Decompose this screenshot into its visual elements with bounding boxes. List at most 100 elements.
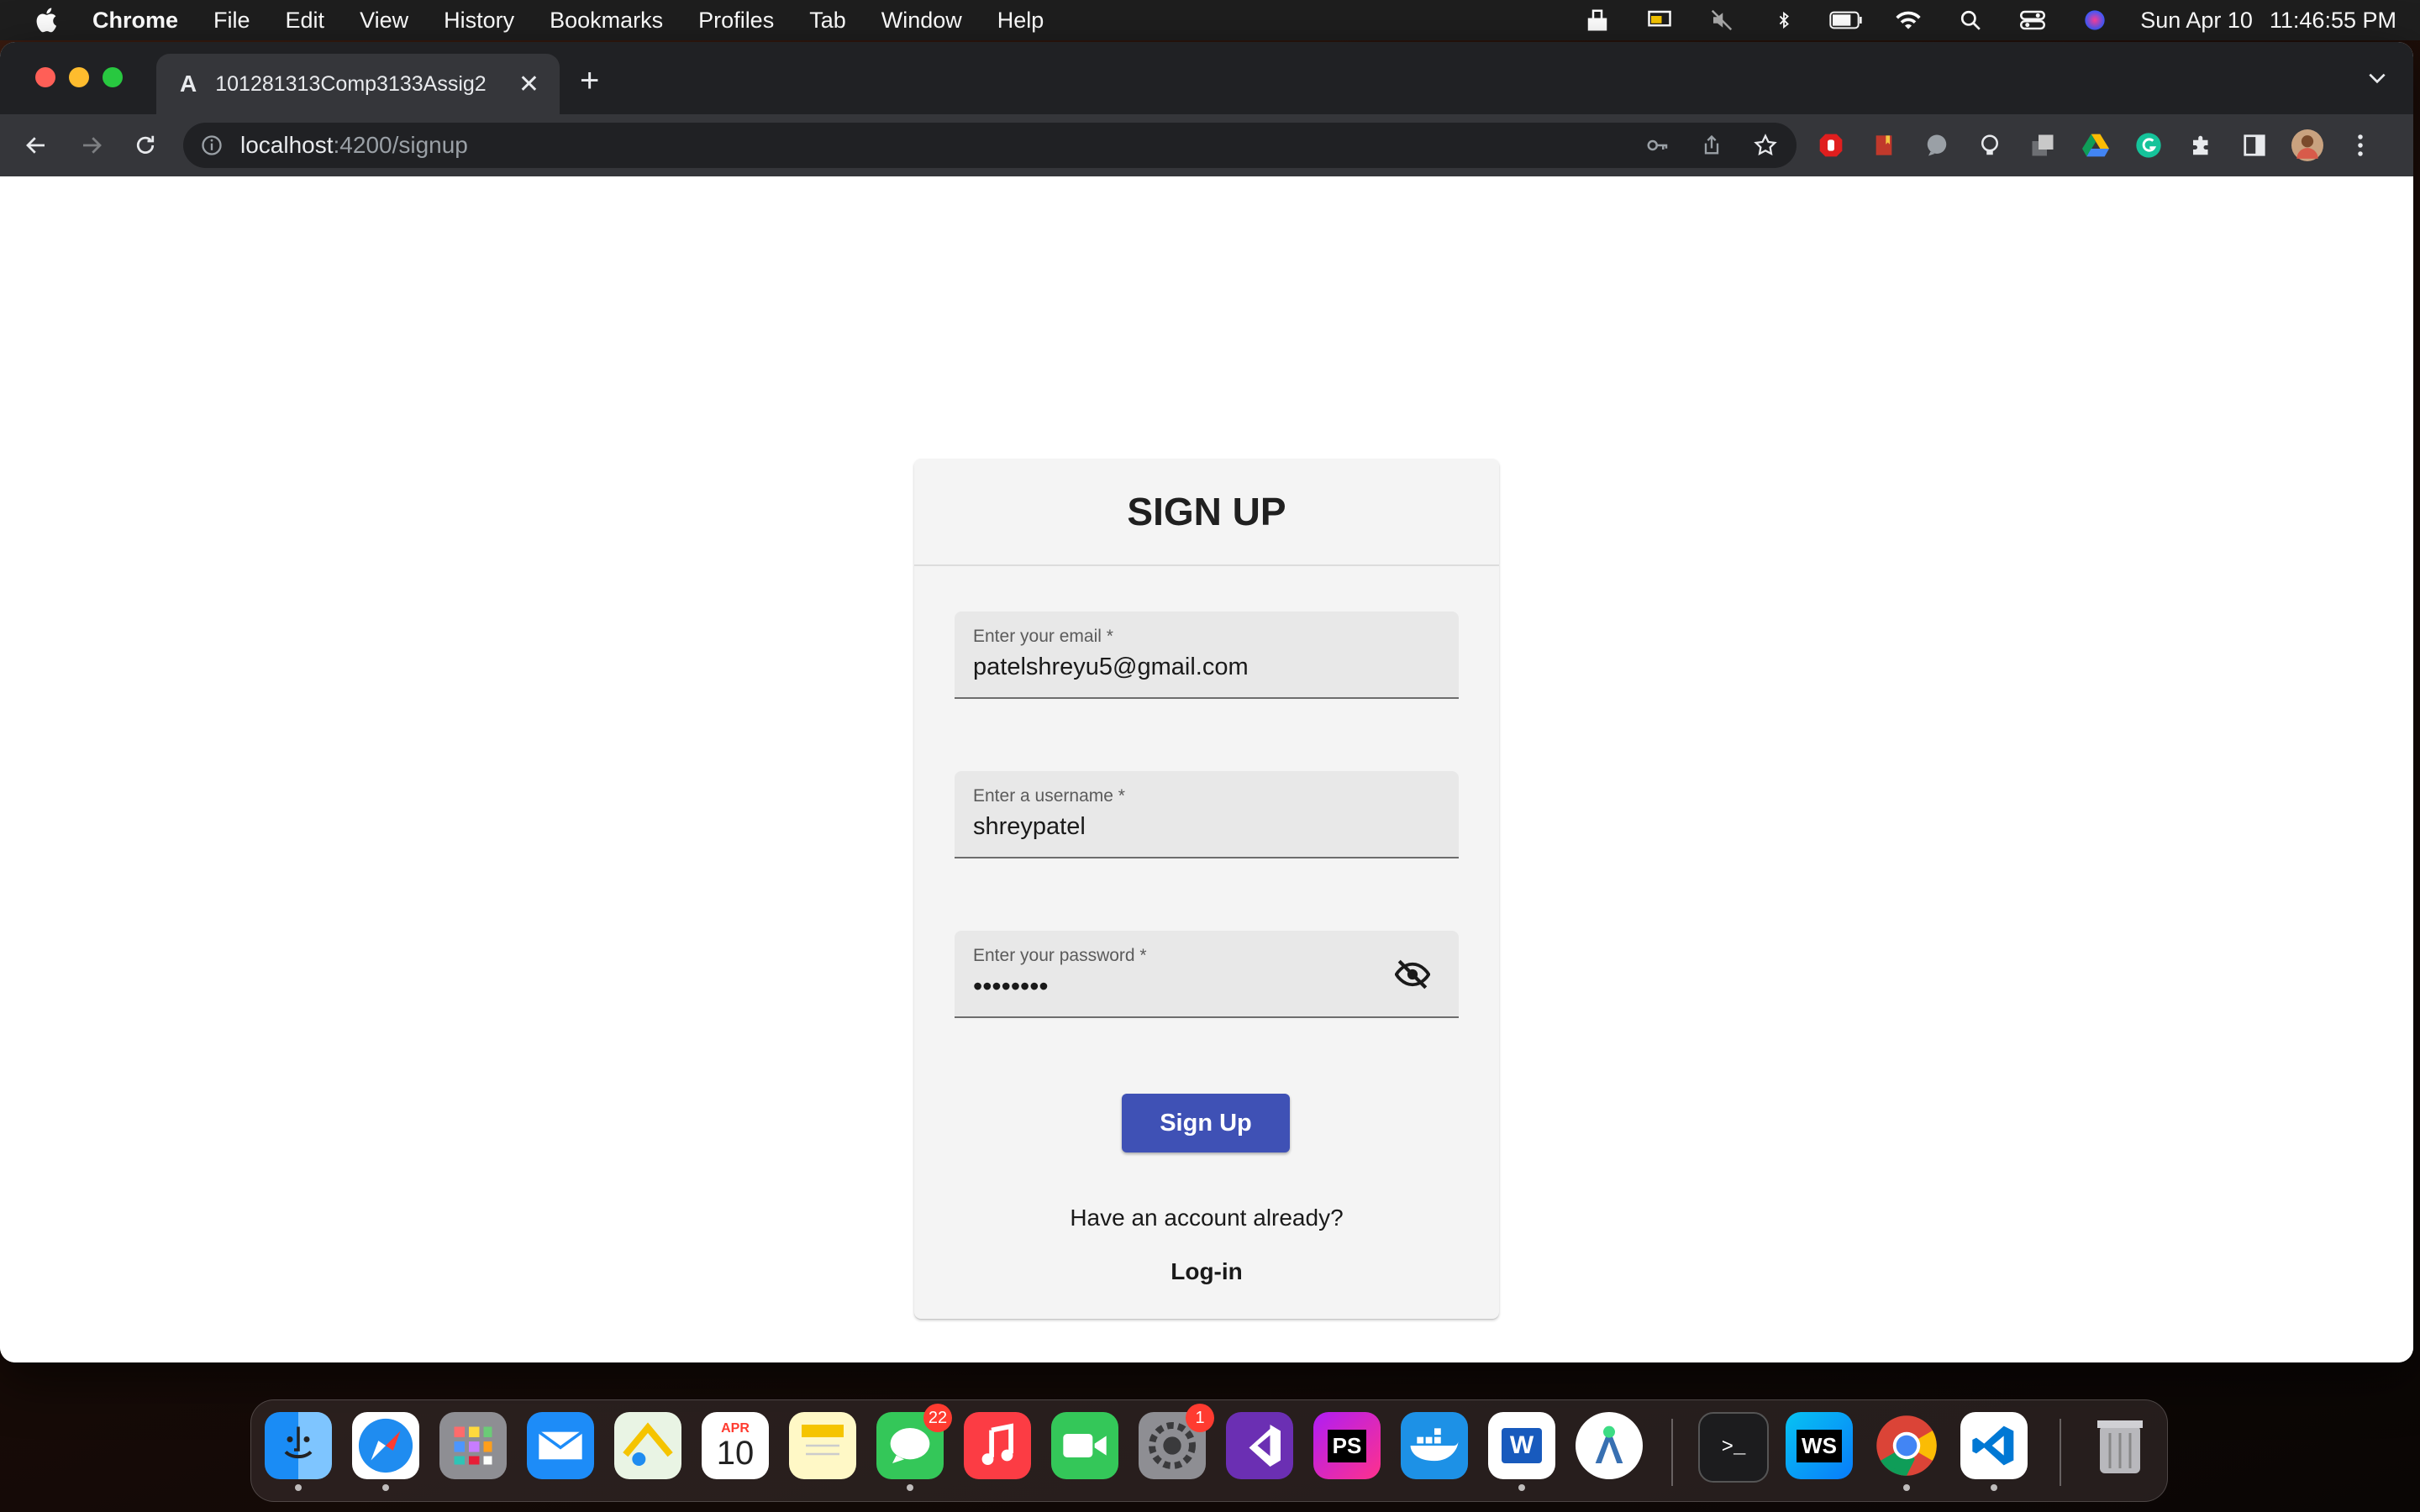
docker-icon[interactable] [1401,1412,1468,1479]
reload-icon[interactable] [129,129,161,161]
window-zoom-button[interactable] [103,67,123,87]
display-icon[interactable] [1643,7,1676,34]
window-minimize-button[interactable] [69,67,89,87]
menu-help[interactable]: Help [997,8,1044,34]
phpstorm-icon[interactable]: PS [1313,1412,1381,1479]
phpstorm-label: PS [1327,1429,1367,1462]
running-indicator [1903,1484,1910,1491]
password-input[interactable]: •••••••• [973,971,1049,1002]
address-bar[interactable]: localhost:4200/signup [183,123,1797,168]
mail-icon[interactable] [527,1412,594,1479]
webstorm-icon[interactable]: WS [1786,1412,1853,1479]
site-info-icon[interactable] [200,134,224,157]
finder-icon[interactable] [265,1412,332,1491]
password-key-icon[interactable] [1644,131,1672,160]
menu-file[interactable]: File [213,8,250,34]
signup-button[interactable]: Sign Up [1122,1094,1290,1152]
microsoft-word-icon[interactable]: W [1488,1412,1555,1491]
running-indicator [382,1484,389,1491]
menubar-clock[interactable]: Sun Apr 10 11:46:55 PM [2140,8,2396,34]
url-text[interactable]: localhost:4200/signup [240,132,468,159]
have-account-text: Have an account already? [1070,1205,1344,1231]
chrome-menu-icon[interactable] [2344,129,2376,161]
visual-studio-icon[interactable] [1226,1412,1293,1479]
menu-window[interactable]: Window [881,8,962,34]
safari-icon[interactable] [352,1412,419,1491]
email-input[interactable]: patelshreyu5@gmail.com [973,654,1249,681]
speech-bubble-extension-icon[interactable] [1921,129,1953,161]
macos-dock: APR 10 22 1 PS W >_ WS [250,1399,2168,1502]
maps-icon[interactable] [614,1412,681,1479]
terminal-prompt-glyph: >_ [1721,1436,1746,1459]
side-panel-icon[interactable] [2238,129,2270,161]
menu-history[interactable]: History [444,8,514,34]
adblock-extension-icon[interactable] [1815,129,1847,161]
menu-edit[interactable]: Edit [286,8,325,34]
bluetooth-icon[interactable] [1767,7,1801,34]
messages-icon[interactable]: 22 [876,1404,952,1491]
lightbulb-extension-icon[interactable] [1974,129,2006,161]
wifi-icon[interactable] [1891,7,1925,34]
extensions-puzzle-icon[interactable] [2186,129,2217,161]
menu-tab[interactable]: Tab [809,8,846,34]
running-indicator [1518,1484,1525,1491]
username-input[interactable]: shreypatel [973,813,1086,841]
new-tab-icon[interactable]: + [580,64,599,97]
password-label: Enter your password * [973,946,1147,965]
signup-title: SIGN UP [914,459,1499,566]
calendar-day: 10 [716,1435,755,1472]
usb-icon[interactable] [1581,7,1614,34]
username-field[interactable]: Enter a username * shreypatel [955,771,1459,858]
google-drive-extension-icon[interactable] [2080,129,2112,161]
menu-app-name[interactable]: Chrome [92,8,178,34]
music-icon[interactable] [964,1412,1031,1479]
siri-icon[interactable] [2078,7,2112,34]
dock-separator [1671,1419,1673,1486]
browser-toolbar: localhost:4200/signup [0,114,2413,178]
url-host: localhost [240,132,334,158]
running-indicator [295,1484,302,1491]
vscode-icon[interactable] [1960,1412,2028,1491]
tab-strip: A 101281313Comp3133Assig2 ✕ + [0,42,2413,114]
profile-avatar[interactable] [2291,129,2323,161]
control-center-icon[interactable] [2016,7,2049,34]
terminal-icon[interactable]: >_ [1698,1412,1769,1483]
tab-close-icon[interactable]: ✕ [518,70,539,99]
launchpad-icon[interactable] [439,1412,507,1479]
forward-arrow-icon[interactable] [76,129,108,161]
menu-profiles[interactable]: Profiles [698,8,774,34]
screenshot-extension-icon[interactable] [2027,129,2059,161]
browser-tab-active[interactable]: A 101281313Comp3133Assig2 ✕ [156,54,560,114]
extensions-bar [1815,128,2376,163]
angular-favicon-icon: A [180,71,197,97]
share-icon[interactable] [1697,131,1726,160]
messages-badge: 22 [923,1404,952,1432]
spotlight-search-icon[interactable] [1954,7,1987,34]
email-field[interactable]: Enter your email * patelshreyu5@gmail.co… [955,612,1459,699]
back-arrow-icon[interactable] [20,129,52,161]
menu-bookmarks[interactable]: Bookmarks [550,8,663,34]
mute-icon[interactable] [1705,7,1739,34]
bookmark-star-icon[interactable] [1751,131,1780,160]
android-studio-icon[interactable] [1576,1412,1643,1479]
calendar-icon[interactable]: APR 10 [702,1412,769,1479]
chrome-window: A 101281313Comp3133Assig2 ✕ + localhost:… [0,42,2413,1362]
chrome-icon[interactable] [1873,1412,1940,1491]
facetime-icon[interactable] [1051,1412,1118,1479]
grammarly-extension-icon[interactable] [2133,129,2165,161]
window-close-button[interactable] [35,67,55,87]
apple-icon[interactable] [34,6,62,34]
notes-icon[interactable] [789,1412,856,1479]
visibility-off-icon[interactable] [1395,959,1430,990]
battery-icon[interactable] [1829,7,1863,34]
login-link[interactable]: Log-in [914,1258,1499,1285]
trash-icon[interactable] [2086,1412,2154,1479]
page-content: SIGN UP Enter your email * patelshreyu5@… [0,176,2413,1362]
bookmark-extension-icon[interactable] [1868,129,1900,161]
menu-view[interactable]: View [360,8,408,34]
tab-search-chevron-icon[interactable] [2366,67,2388,89]
macos-menu-bar: Chrome File Edit View History Bookmarks … [0,0,2420,40]
password-field[interactable]: Enter your password * •••••••• [955,931,1459,1018]
system-preferences-icon[interactable]: 1 [1139,1404,1214,1479]
running-indicator [907,1484,913,1491]
